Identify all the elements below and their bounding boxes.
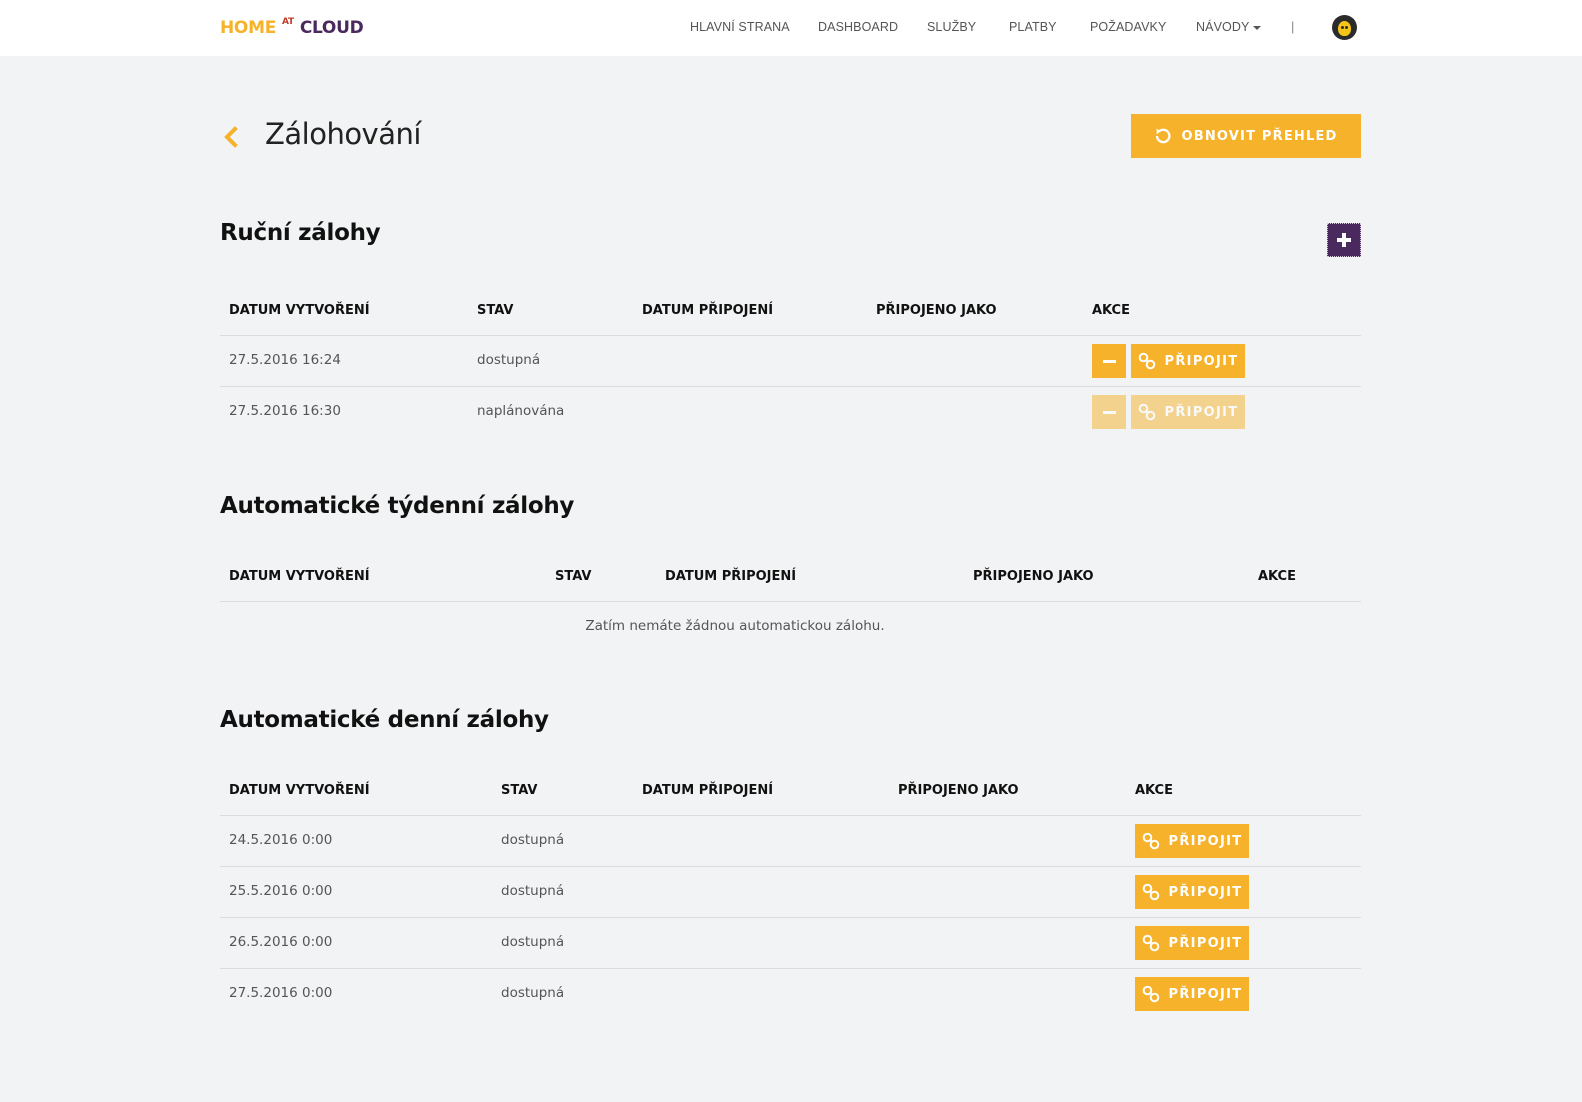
divider xyxy=(220,386,1361,387)
connect-button[interactable]: PŘIPOJIT xyxy=(1131,344,1245,378)
daily-row-1-created: 24.5.2016 0:00 xyxy=(229,832,333,848)
link-icon xyxy=(1138,352,1155,370)
plus-icon xyxy=(1337,233,1351,247)
connect-button[interactable]: PŘIPOJIT xyxy=(1135,875,1249,909)
link-icon xyxy=(1142,883,1159,901)
daily-col-connected-date: DATUM PŘIPOJENÍ xyxy=(642,783,774,798)
connect-label: PŘIPOJIT xyxy=(1164,353,1239,369)
daily-row-3-state: dostupná xyxy=(501,934,565,950)
divider xyxy=(220,601,1361,602)
avatar-eye xyxy=(1345,26,1348,29)
manual-backups-title: Ruční zálohy xyxy=(220,220,381,246)
connect-label: PŘIPOJIT xyxy=(1168,884,1243,900)
manual-col-state: STAV xyxy=(477,303,514,318)
nav-separator: | xyxy=(1291,19,1295,34)
refresh-icon xyxy=(1156,128,1171,144)
nav-link-pozadavky[interactable]: POŽADAVKY xyxy=(1090,20,1166,36)
avatar-eye xyxy=(1341,26,1344,29)
weekly-col-connected-as: PŘIPOJENO JAKO xyxy=(973,569,1094,584)
nav-link-dashboard[interactable]: DASHBOARD xyxy=(818,20,898,36)
divider xyxy=(220,815,1361,816)
caret-down-icon xyxy=(1253,25,1262,30)
link-icon xyxy=(1142,832,1159,850)
daily-col-connected-as: PŘIPOJENO JAKO xyxy=(898,783,1019,798)
chevron-left-icon xyxy=(224,126,238,148)
nav-link-sluzby[interactable]: SLUŽBY xyxy=(927,20,976,36)
connect-button[interactable]: PŘIPOJIT xyxy=(1135,926,1249,960)
manual-row-1-state: dostupná xyxy=(477,352,541,368)
nav-link-hlavni-strana[interactable]: HLAVNÍ STRANA xyxy=(690,20,790,36)
link-icon xyxy=(1138,403,1155,421)
logo-cloud-text: CLOUD xyxy=(299,18,364,38)
weekly-col-connected-date: DATUM PŘIPOJENÍ xyxy=(665,569,797,584)
daily-row-1-state: dostupná xyxy=(501,832,565,848)
manual-row-2-created: 27.5.2016 16:30 xyxy=(229,403,341,419)
manual-col-created: DATUM VYTVOŘENÍ xyxy=(229,303,370,318)
divider xyxy=(220,866,1361,867)
remove-backup-button-disabled xyxy=(1092,395,1126,429)
daily-col-actions: AKCE xyxy=(1135,783,1173,798)
daily-col-created: DATUM VYTVOŘENÍ xyxy=(229,783,370,798)
nav-link-platby[interactable]: PLATBY xyxy=(1009,20,1057,36)
weekly-col-state: STAV xyxy=(555,569,592,584)
connect-button[interactable]: PŘIPOJIT xyxy=(1135,977,1249,1011)
daily-row-3-created: 26.5.2016 0:00 xyxy=(229,934,333,950)
divider xyxy=(220,968,1361,969)
manual-col-connected-date: DATUM PŘIPOJENÍ xyxy=(642,303,774,318)
nav-dropdown-label: NÁVODY xyxy=(1196,20,1250,34)
connect-label: PŘIPOJIT xyxy=(1164,404,1239,420)
divider xyxy=(220,335,1361,336)
daily-row-2-created: 25.5.2016 0:00 xyxy=(229,883,333,899)
manual-row-2-state: naplánována xyxy=(477,403,565,419)
nav-dropdown-navody[interactable]: NÁVODY xyxy=(1196,20,1262,36)
link-icon xyxy=(1142,985,1159,1003)
connect-label: PŘIPOJIT xyxy=(1168,935,1243,951)
add-backup-button[interactable] xyxy=(1327,223,1361,257)
refresh-overview-label: OBNOVIT PŘEHLED xyxy=(1181,128,1338,144)
manual-col-actions: AKCE xyxy=(1092,303,1130,318)
brand-logo[interactable]: HOME AT CLOUD xyxy=(220,17,364,38)
connect-label: PŘIPOJIT xyxy=(1168,833,1243,849)
user-avatar[interactable] xyxy=(1332,15,1357,40)
manual-col-connected-as: PŘIPOJENO JAKO xyxy=(876,303,997,318)
daily-backups-title: Automatické denní zálohy xyxy=(220,707,549,733)
manual-row-1-created: 27.5.2016 16:24 xyxy=(229,352,341,368)
weekly-empty-message: Zatím nemáte žádnou automatickou zálohu. xyxy=(585,618,885,634)
logo-home-text: HOME xyxy=(220,18,277,38)
connect-label: PŘIPOJIT xyxy=(1168,986,1243,1002)
logo-at-text: AT xyxy=(282,17,294,27)
refresh-overview-button[interactable]: OBNOVIT PŘEHLED xyxy=(1131,114,1361,158)
weekly-backups-title: Automatické týdenní zálohy xyxy=(220,493,575,519)
connect-button[interactable]: PŘIPOJIT xyxy=(1135,824,1249,858)
daily-row-4-created: 27.5.2016 0:00 xyxy=(229,985,333,1001)
link-icon xyxy=(1142,934,1159,952)
remove-backup-button[interactable] xyxy=(1092,344,1126,378)
page-title: Zálohování xyxy=(265,117,421,151)
back-button[interactable] xyxy=(220,124,244,150)
top-navbar: HOME AT CLOUD HLAVNÍ STRANA DASHBOARD SLUŽ… xyxy=(0,0,1582,56)
weekly-col-actions: AKCE xyxy=(1258,569,1296,584)
daily-row-4-state: dostupná xyxy=(501,985,565,1001)
connect-button-disabled: PŘIPOJIT xyxy=(1131,395,1245,429)
daily-row-2-state: dostupná xyxy=(501,883,565,899)
weekly-col-created: DATUM VYTVOŘENÍ xyxy=(229,569,370,584)
daily-col-state: STAV xyxy=(501,783,538,798)
divider xyxy=(220,917,1361,918)
